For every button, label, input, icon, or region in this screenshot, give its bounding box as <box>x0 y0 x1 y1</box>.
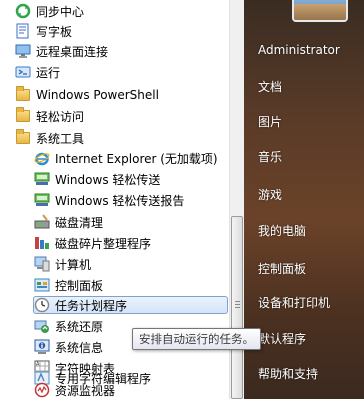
program-label: 写字板 <box>36 24 73 39</box>
system-information-icon <box>34 339 50 355</box>
task-scheduler-tooltip: 安排自动运行的任务。 <box>132 328 261 350</box>
folder-label: Windows PowerShell <box>36 88 159 102</box>
program-label: 磁盘碎片整理程序 <box>55 236 152 251</box>
program-item-resource-monitor[interactable]: 资源监视器 <box>0 380 229 399</box>
scrollbar-grip-icon <box>235 301 240 308</box>
folder-icon <box>15 107 31 124</box>
program-item-sync-center[interactable]: 同步中心 <box>0 1 229 21</box>
right-item-devices-and-printers[interactable]: 设备和打印机 <box>258 294 330 311</box>
program-item-computer[interactable]: 计算机 <box>0 254 229 274</box>
task-scheduler-icon <box>34 297 50 313</box>
program-item-task-scheduler[interactable]: 任务计划程序 <box>0 295 229 315</box>
program-label: 任务计划程序 <box>55 298 128 313</box>
program-label: Windows 轻松传送 <box>55 172 161 187</box>
program-item-disk-defragmenter[interactable]: 磁盘碎片整理程序 <box>0 233 229 253</box>
program-label: 控制面板 <box>55 278 104 293</box>
start-menu-right-pane: Administrator 文档 图片 音乐 游戏 我的电脑 控制面板 设备和打… <box>244 0 364 399</box>
sync-center-icon <box>15 3 31 19</box>
disk-cleanup-icon <box>34 214 50 230</box>
program-label: 资源监视器 <box>55 383 116 398</box>
right-item-control-panel[interactable]: 控制面板 <box>258 260 306 277</box>
program-label: 运行 <box>36 65 61 80</box>
computer-icon <box>34 256 50 272</box>
program-item-windows-easy-transfer-reports[interactable]: Windows 轻松传送报告 <box>0 190 229 210</box>
control-panel-icon <box>34 277 50 293</box>
wordpad-icon <box>15 23 31 39</box>
right-item-default-programs[interactable]: 默认程序 <box>258 330 306 347</box>
folder-label: 轻松访问 <box>36 109 85 124</box>
svg-text:A: A <box>36 362 40 368</box>
internet-explorer-icon <box>34 150 50 166</box>
folder-item-system-tools[interactable]: 系统工具 <box>0 128 229 148</box>
program-label: Windows 轻松传送报告 <box>55 193 185 208</box>
right-item-help-and-support[interactable]: 帮助和支持 <box>258 365 318 382</box>
program-item-disk-cleanup[interactable]: 磁盘清理 <box>0 212 229 232</box>
program-label: 系统还原 <box>55 319 104 334</box>
right-item-computer[interactable]: 我的电脑 <box>258 222 306 239</box>
folder-item-windows-powershell[interactable]: Windows PowerShell <box>0 85 229 105</box>
easy-transfer-icon <box>34 171 50 187</box>
program-item-run[interactable]: 运行 <box>0 62 229 82</box>
run-icon <box>15 64 31 80</box>
program-label: 系统信息 <box>55 340 104 355</box>
program-item-remote-desktop[interactable]: 远程桌面连接 <box>0 41 229 61</box>
right-item-games[interactable]: 游戏 <box>258 186 282 203</box>
right-item-pictures[interactable]: 图片 <box>258 113 282 130</box>
program-label: 计算机 <box>55 257 92 272</box>
folder-open-icon <box>15 129 31 146</box>
program-item-windows-easy-transfer[interactable]: Windows 轻松传送 <box>0 169 229 189</box>
remote-desktop-icon <box>15 43 31 59</box>
folder-item-ease-of-access[interactable]: 轻松访问 <box>0 106 229 126</box>
user-picture[interactable] <box>292 0 348 22</box>
program-item-wordpad[interactable]: 写字板 <box>0 21 229 41</box>
program-label: 远程桌面连接 <box>36 44 109 59</box>
scrollbar-thumb[interactable] <box>231 216 243 399</box>
resource-monitor-icon <box>34 382 50 398</box>
easy-transfer-report-icon <box>34 192 50 208</box>
right-item-documents[interactable]: 文档 <box>258 78 282 95</box>
system-restore-icon <box>34 318 50 334</box>
folder-label: 系统工具 <box>36 131 85 146</box>
program-label: 同步中心 <box>36 4 85 19</box>
right-item-music[interactable]: 音乐 <box>258 148 282 165</box>
program-item-internet-explorer-no-addons[interactable]: Internet Explorer (无加载项) <box>0 148 229 168</box>
program-label: 磁盘清理 <box>55 215 104 230</box>
program-label: Internet Explorer (无加载项) <box>55 151 218 166</box>
folder-icon <box>15 86 31 103</box>
defragmenter-icon <box>34 235 50 251</box>
program-item-control-panel[interactable]: 控制面板 <box>0 275 229 295</box>
right-item-user-folder[interactable]: Administrator <box>258 43 340 57</box>
